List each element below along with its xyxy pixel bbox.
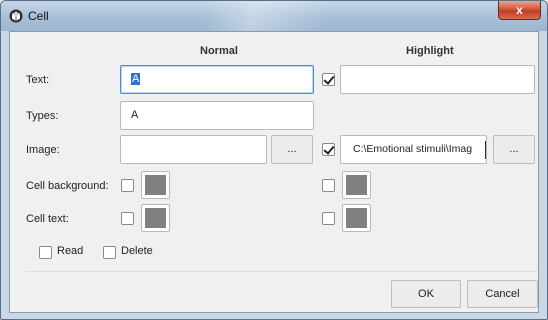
types-label: Types: [26,110,59,122]
title-bar-glare [206,1,326,31]
delete-label[interactable]: Delete [121,245,153,257]
image-normal-browse-label: ... [287,143,297,155]
cancel-button-label: Cancel [485,288,520,300]
cell-dialog-window: Cell x Normal Highlight Text: A Types: A… [0,0,548,320]
text-highlight-input[interactable] [340,65,535,94]
cell-text-normal-swatch[interactable] [141,204,170,232]
ok-button[interactable]: OK [391,280,461,308]
text-highlight-checkbox[interactable] [322,73,335,86]
cell-background-highlight-swatch[interactable] [342,171,371,199]
cell-background-normal-checkbox[interactable] [121,179,134,192]
close-icon: x [516,3,523,17]
normal-column-header: Normal [200,45,238,57]
image-highlight-browse-button[interactable]: ... [493,135,535,164]
cell-text-highlight-color [346,208,367,228]
image-label: Image: [26,144,60,156]
text-caret [485,141,486,159]
delete-checkbox[interactable] [103,246,116,259]
footer-divider [26,271,538,272]
text-normal-input[interactable]: A [120,65,314,94]
cell-background-highlight-checkbox[interactable] [322,179,335,192]
window-title: Cell [28,9,49,23]
cell-background-label: Cell background: [26,180,109,192]
ok-button-label: OK [418,288,434,300]
cell-background-normal-swatch[interactable] [141,171,170,199]
cell-text-highlight-swatch[interactable] [342,204,371,232]
image-highlight-browse-label: ... [509,143,519,155]
types-value: A [131,109,139,121]
cell-text-label: Cell text: [26,213,69,225]
close-button[interactable]: x [498,1,541,20]
image-highlight-input[interactable]: C:\Emotional stimuli\Imag [340,135,487,164]
types-input[interactable]: A [120,101,314,130]
image-normal-input[interactable] [120,135,267,164]
cell-background-highlight-color [346,175,367,195]
cell-background-normal-color [145,175,166,195]
read-label[interactable]: Read [57,245,83,257]
text-label: Text: [26,74,50,86]
title-bar[interactable]: Cell x [1,1,547,31]
app-icon [9,9,23,23]
cell-text-highlight-checkbox[interactable] [322,212,335,225]
image-normal-browse-button[interactable]: ... [271,135,313,164]
cell-text-normal-checkbox[interactable] [121,212,134,225]
image-highlight-checkbox[interactable] [322,143,335,156]
cancel-button[interactable]: Cancel [467,280,538,308]
dialog-body: Normal Highlight Text: A Types: A Image:… [9,31,539,313]
read-checkbox[interactable] [39,246,52,259]
text-normal-value: A [131,73,141,85]
image-highlight-value: C:\Emotional stimuli\Imag [353,143,473,155]
cell-text-normal-color [145,208,166,228]
highlight-column-header: Highlight [406,45,454,57]
